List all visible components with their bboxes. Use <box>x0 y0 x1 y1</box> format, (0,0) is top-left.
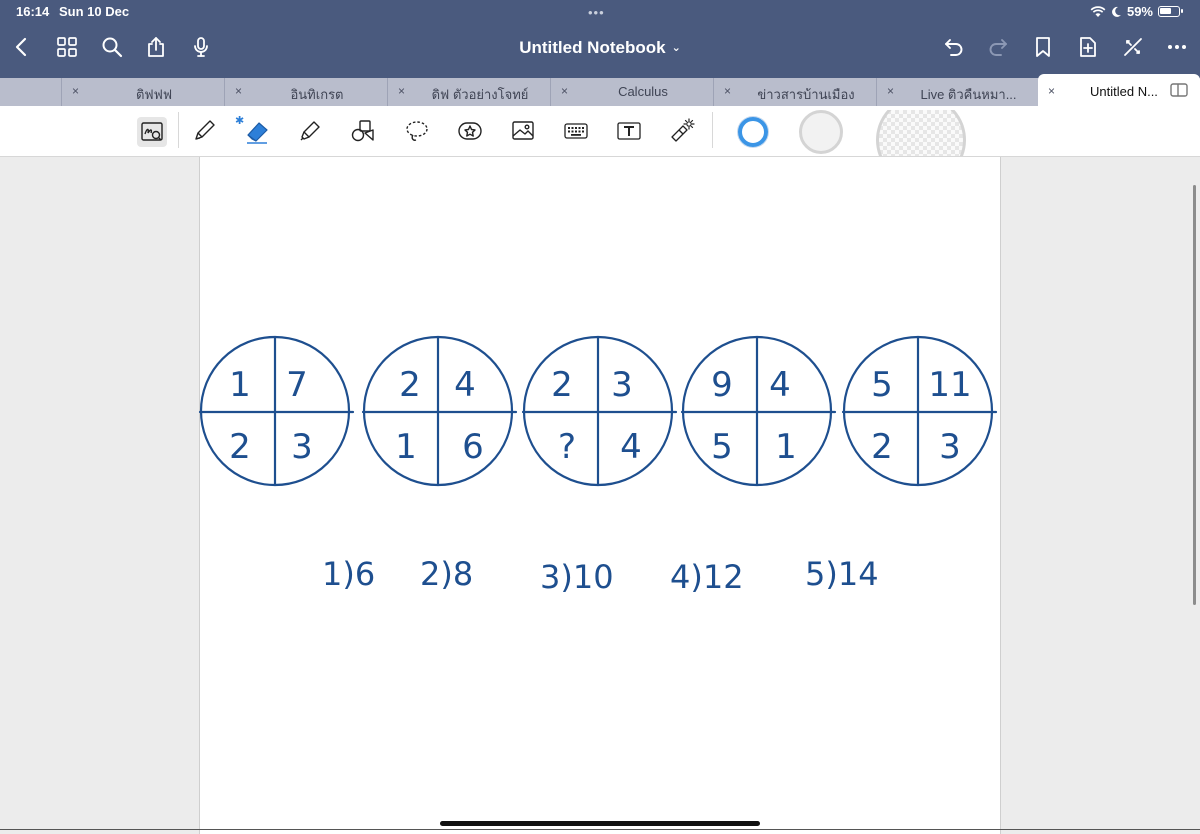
circle-puzzle-2 <box>361 335 518 487</box>
cell-value: 2 <box>551 365 573 405</box>
cell-value: 6 <box>462 427 484 467</box>
answer-option-4: 4)12 <box>670 558 744 596</box>
circle-puzzle-1 <box>198 335 355 487</box>
answer-option-3: 3)10 <box>540 558 614 596</box>
cell-value: 4 <box>769 365 791 405</box>
answer-option-5: 5)14 <box>805 555 879 593</box>
bottom-divider <box>0 829 1200 830</box>
cell-value: 1 <box>775 427 797 467</box>
cell-value: 4 <box>454 365 476 405</box>
cell-value: ? <box>558 427 576 467</box>
circle-puzzle-5 <box>841 335 998 487</box>
answer-option-1: 1)6 <box>322 555 375 593</box>
cell-value: 7 <box>286 365 308 405</box>
cell-value: 1 <box>229 365 251 405</box>
cell-value: 9 <box>711 365 733 405</box>
cell-value: 4 <box>620 427 642 467</box>
cell-value: 5 <box>871 365 893 405</box>
cell-value: 3 <box>939 427 961 467</box>
vertical-scrollbar[interactable] <box>1193 185 1196 605</box>
cell-value: 2 <box>399 365 421 405</box>
cell-value: 11 <box>928 365 971 405</box>
cell-value: 3 <box>291 427 313 467</box>
answer-option-2: 2)8 <box>420 555 473 593</box>
cell-value: 1 <box>395 427 417 467</box>
circle-puzzle-4 <box>680 335 837 487</box>
home-indicator[interactable] <box>440 821 760 826</box>
cell-value: 5 <box>711 427 733 467</box>
cell-value: 2 <box>871 427 893 467</box>
circle-puzzle-3 <box>521 335 678 487</box>
handwriting-layer: 1 7 2 3 2 4 1 6 2 3 ? 4 9 4 5 1 5 11 2 3… <box>198 335 998 596</box>
cell-value: 2 <box>229 427 251 467</box>
cell-value: 3 <box>611 365 633 405</box>
